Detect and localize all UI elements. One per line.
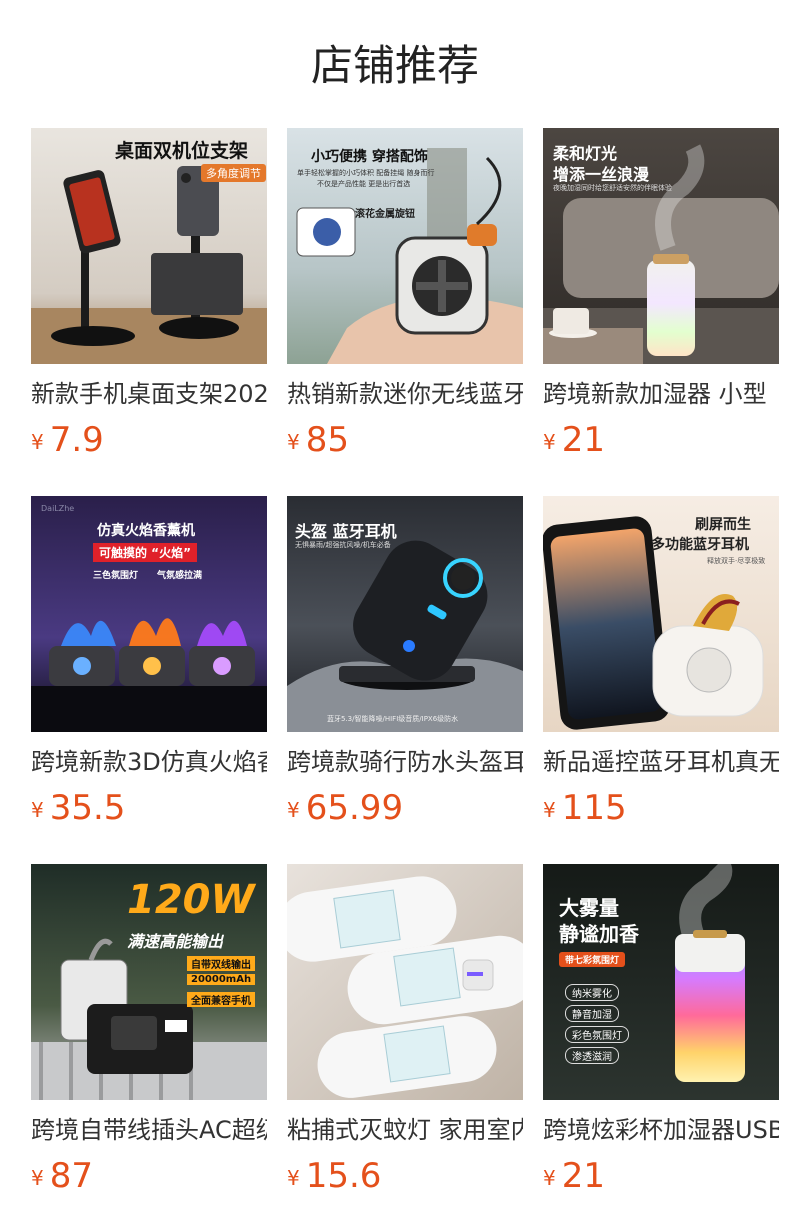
page-title: 店铺推荐 [310, 41, 479, 90]
product-image[interactable]: 刷屏而生 多功能蓝牙耳机 释放双手·尽享极致 [543, 496, 779, 732]
image-caption-title: 仿真火焰香薰机 [97, 523, 195, 539]
product-card[interactable]: 大雾量 静谧加香 带七彩氛围灯 纳米雾化 静音加湿 彩色氛围灯 渗透滋润 跨境炫… [543, 864, 779, 1200]
product-price: ¥21 [543, 416, 779, 464]
currency-symbol: ¥ [543, 430, 556, 454]
currency-symbol: ¥ [543, 798, 556, 822]
product-card[interactable]: 120W 满速高能输出 自带双线输出 20000mAh 全面兼容手机 跨境自带线… [31, 864, 267, 1200]
product-card[interactable]: 桌面双机位支架 多角度调节 新款手机桌面支架2024 ¥7.9 [31, 128, 267, 464]
product-price: ¥87 [31, 1152, 267, 1200]
image-caption-sub: 气氛感拉满 [157, 571, 203, 581]
price-value: 115 [561, 788, 627, 828]
image-caption-badge: 自带双线输出 [187, 956, 255, 971]
price-value: 65.99 [305, 788, 404, 828]
product-card[interactable]: 粘捕式灭蚊灯 家用室内 ¥15.6 [287, 864, 523, 1200]
image-caption-sub: 释放双手·尽享极致 [707, 557, 766, 565]
image-feature-pill: 纳米雾化 [565, 984, 619, 1001]
product-grid: 桌面双机位支架 多角度调节 新款手机桌面支架2024 ¥7.9 小巧便携 穿搭配… [31, 128, 779, 1200]
image-caption-title: 桌面双机位支架 [115, 140, 249, 162]
image-caption-badge: 可触摸的 “火焰” [93, 543, 197, 562]
product-card[interactable]: DaiLZhe 仿真火焰香薰机 可触摸的 “火焰” 三色氛围灯 气氛感拉满 跨境… [31, 496, 267, 832]
image-caption-badge: 带七彩氛围灯 [559, 952, 626, 967]
image-caption-title: 增添一丝浪漫 [553, 165, 650, 184]
image-caption-title: 满速高能输出 [127, 932, 224, 951]
product-name[interactable]: 粘捕式灭蚊灯 家用室内 [287, 1112, 523, 1148]
product-image[interactable]: 桌面双机位支架 多角度调节 [31, 128, 267, 364]
price-value: 15.6 [305, 1156, 382, 1196]
currency-symbol: ¥ [31, 1166, 44, 1190]
product-price: ¥85 [287, 416, 523, 464]
product-image[interactable]: 柔和灯光 增添一丝浪漫 夜晚加湿同时给您舒适安然的伴眠体验 [543, 128, 779, 364]
product-price: ¥115 [543, 784, 779, 832]
image-feature-pill: 静音加湿 [565, 1005, 619, 1022]
currency-symbol: ¥ [287, 430, 300, 454]
product-card[interactable]: 头盔 蓝牙耳机 无惧暴雨/超强抗风噪/机车必备 蓝牙5.3/智能降噪/HIFI级… [287, 496, 523, 832]
currency-symbol: ¥ [287, 1166, 300, 1190]
product-price: ¥7.9 [31, 416, 267, 464]
product-price: ¥35.5 [31, 784, 267, 832]
image-caption-title: 120W [127, 877, 255, 923]
image-caption-sub: 无惧暴雨/超强抗风噪/机车必备 [295, 541, 391, 549]
currency-symbol: ¥ [31, 430, 44, 454]
product-name[interactable]: 新款手机桌面支架2024 [31, 376, 267, 412]
product-image[interactable]: 小巧便携 穿搭配饰 单手轻松掌握的小巧体积 配备挂绳 随身而行 不仅是产品性能 … [287, 128, 523, 364]
product-name[interactable]: 跨境款骑行防水头盔耳机 [287, 744, 523, 780]
image-caption-title: 头盔 蓝牙耳机 [295, 522, 397, 541]
product-name[interactable]: 新品遥控蓝牙耳机真无线 [543, 744, 779, 780]
currency-symbol: ¥ [31, 798, 44, 822]
image-caption-title: 小巧便携 穿搭配饰 [311, 149, 428, 165]
product-name[interactable]: 跨境新款3D仿真火焰香薰 [31, 744, 267, 780]
image-feature-pill: 渗透滋润 [565, 1047, 619, 1064]
product-price: ¥15.6 [287, 1152, 523, 1200]
product-image[interactable]: 头盔 蓝牙耳机 无惧暴雨/超强抗风噪/机车必备 蓝牙5.3/智能降噪/HIFI级… [287, 496, 523, 732]
product-price: ¥65.99 [287, 784, 523, 832]
image-feature-pill: 彩色氛围灯 [565, 1026, 629, 1043]
image-caption-sub: 不仅是产品性能 更是出行首选 [317, 180, 411, 188]
product-name[interactable]: 跨境新款加湿器 小型 [543, 376, 779, 412]
image-caption-label: 滚花金属旋钮 [355, 209, 415, 220]
currency-symbol: ¥ [287, 798, 300, 822]
image-caption-sub: 三色氛围灯 [93, 571, 139, 581]
currency-symbol: ¥ [543, 1166, 556, 1190]
product-card[interactable]: 小巧便携 穿搭配饰 单手轻松掌握的小巧体积 配备挂绳 随身而行 不仅是产品性能 … [287, 128, 523, 464]
product-image[interactable]: 大雾量 静谧加香 带七彩氛围灯 纳米雾化 静音加湿 彩色氛围灯 渗透滋润 [543, 864, 779, 1100]
image-brand-text: DaiLZhe [41, 504, 75, 513]
image-caption-badge: 20000mAh [187, 974, 256, 985]
image-caption-sub: 夜晚加湿同时给您舒适安然的伴眠体验 [553, 184, 672, 192]
product-image[interactable]: DaiLZhe 仿真火焰香薰机 可触摸的 “火焰” 三色氛围灯 气氛感拉满 [31, 496, 267, 732]
price-value: 35.5 [49, 788, 126, 828]
product-name[interactable]: 跨境炫彩杯加湿器USB [543, 1112, 779, 1148]
product-image[interactable] [287, 864, 523, 1100]
product-card[interactable]: 刷屏而生 多功能蓝牙耳机 释放双手·尽享极致 新品遥控蓝牙耳机真无线 ¥115 [543, 496, 779, 832]
image-caption-title: 静谧加香 [559, 922, 639, 946]
image-caption-title: 多功能蓝牙耳机 [651, 537, 749, 553]
price-value: 85 [305, 420, 349, 460]
product-image[interactable]: 120W 满速高能输出 自带双线输出 20000mAh 全面兼容手机 [31, 864, 267, 1100]
image-caption-title: 刷屏而生 [695, 517, 751, 533]
price-value: 7.9 [49, 420, 104, 460]
image-caption-sub: 单手轻松掌握的小巧体积 配备挂绳 随身而行 [297, 169, 435, 177]
product-price: ¥21 [543, 1152, 779, 1200]
image-caption-badge: 多角度调节 [201, 164, 266, 182]
image-caption-title: 大雾量 [559, 896, 619, 920]
price-value: 87 [49, 1156, 93, 1196]
product-name[interactable]: 热销新款迷你无线蓝牙 [287, 376, 523, 412]
price-value: 21 [561, 420, 605, 460]
image-caption-badge: 全面兼容手机 [187, 992, 255, 1007]
product-name[interactable]: 跨境自带线插头AC超级快充 [31, 1112, 267, 1148]
image-caption-footer: 蓝牙5.3/智能降噪/HIFI级音质/IPX6级防水 [327, 715, 459, 723]
price-value: 21 [561, 1156, 605, 1196]
product-card[interactable]: 柔和灯光 增添一丝浪漫 夜晚加湿同时给您舒适安然的伴眠体验 跨境新款加湿器 小型… [543, 128, 779, 464]
